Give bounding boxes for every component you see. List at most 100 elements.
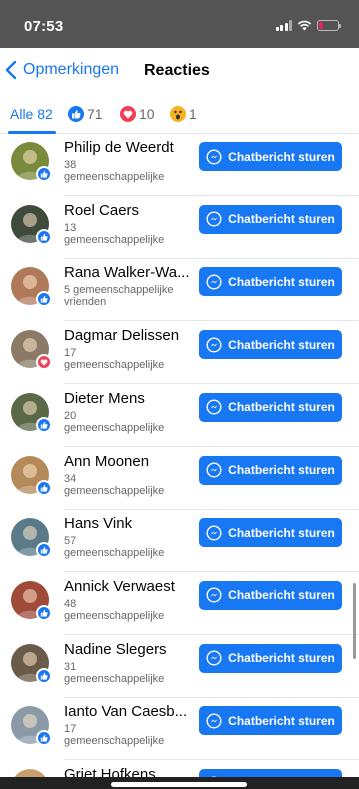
- list-item[interactable]: Rana Walker-Wa... 5 gemeenschappelijke v…: [0, 260, 359, 322]
- person-name[interactable]: Rana Walker-Wa...: [64, 264, 190, 281]
- send-message-button[interactable]: Chatbericht sturen: [199, 392, 342, 422]
- row-divider: [64, 445, 359, 447]
- send-message-button[interactable]: Chatbericht sturen: [199, 455, 342, 485]
- mutual-line-2: gemeenschappelijke: [64, 359, 165, 372]
- mutual-friends: 48 gemeenschappelijke: [64, 598, 190, 622]
- messenger-icon: [206, 587, 222, 603]
- send-message-label: Chatbericht sturen: [228, 149, 335, 164]
- mutual-line-2: gemeenschappelijke: [64, 672, 165, 685]
- mutual-friends: 17 gemeenschappelijke: [64, 347, 190, 371]
- reaction-badge: [36, 604, 52, 621]
- mutual-line-2: gemeenschappelijke: [64, 735, 165, 748]
- messenger-icon: [206, 525, 222, 541]
- tab-love[interactable]: 10: [120, 106, 155, 122]
- list-item[interactable]: Hans Vink 57 gemeenschappelijke Chatberi…: [0, 511, 359, 573]
- page-title: Reacties: [144, 62, 210, 79]
- mutual-line-2: gemeenschappelijke: [64, 171, 165, 183]
- love-count: 10: [139, 106, 155, 122]
- row-divider: [64, 508, 359, 510]
- person-name[interactable]: Roel Caers: [64, 202, 190, 219]
- reaction-tabs: Alle 82 71 10 1: [0, 94, 359, 134]
- mutual-line-2: gemeenschappelijke: [64, 484, 165, 497]
- home-indicator[interactable]: [111, 782, 247, 787]
- mutual-line-2: vrienden: [64, 296, 107, 309]
- mutual-friends: 5 gemeenschappelijke vrienden: [64, 284, 190, 308]
- like-icon: [40, 609, 48, 617]
- scrollbar[interactable]: [353, 583, 356, 659]
- messenger-icon: [206, 211, 222, 227]
- row-divider: [64, 257, 359, 259]
- send-message-label: Chatbericht sturen: [228, 400, 335, 415]
- tab-like[interactable]: 71: [68, 106, 103, 122]
- send-message-button[interactable]: Chatbericht sturen: [199, 267, 342, 297]
- person-name[interactable]: Ann Moonen: [64, 453, 190, 470]
- person-name[interactable]: Dieter Mens: [64, 390, 190, 407]
- reaction-badge: [36, 228, 52, 245]
- list-item[interactable]: Roel Caers 13 gemeenschappelijke Chatber…: [0, 198, 359, 260]
- person-name[interactable]: Hans Vink: [64, 515, 190, 532]
- reactions-screen: 07:53 Opmerkingen Reacties Alle 82 71 10…: [0, 0, 359, 789]
- chevron-left-icon: [5, 60, 17, 80]
- mutual-friends: 17 gemeenschappelijke: [64, 723, 190, 747]
- active-tab-indicator: [8, 131, 56, 134]
- reaction-badge: [36, 667, 52, 684]
- mutual-friends: 20 gemeenschappelijke: [64, 410, 190, 434]
- mutual-line-2: gemeenschappelijke: [64, 421, 165, 434]
- reaction-badge: [36, 354, 52, 371]
- reaction-badge: [36, 416, 52, 433]
- list-item[interactable]: Dagmar Delissen 17 gemeenschappelijke Ch…: [0, 323, 359, 385]
- mutual-line-1: 13: [64, 221, 77, 234]
- like-count: 71: [87, 106, 103, 122]
- messenger-icon: [206, 650, 222, 666]
- row-divider: [64, 571, 359, 573]
- list-item[interactable]: Philip de Weerdt 38 gemeenschappelijke C…: [0, 135, 359, 197]
- mutual-friends: 34 gemeenschappelijke: [64, 473, 190, 497]
- reaction-badge: [36, 166, 52, 182]
- send-message-label: Chatbericht sturen: [228, 274, 335, 289]
- send-message-button[interactable]: Chatbericht sturen: [199, 643, 342, 673]
- list-item[interactable]: Dieter Mens 20 gemeenschappelijke Chatbe…: [0, 386, 359, 448]
- row-divider: [64, 320, 359, 322]
- send-message-label: Chatbericht sturen: [228, 713, 335, 728]
- list-item[interactable]: Nadine Slegers 31 gemeenschappelijke Cha…: [0, 637, 359, 699]
- battery-icon: [317, 19, 341, 31]
- back-button[interactable]: Opmerkingen: [4, 60, 119, 80]
- mutual-friends: 57 gemeenschappelijke: [64, 535, 190, 559]
- messenger-icon: [206, 462, 222, 478]
- list-item[interactable]: Ianto Van Caesb... 17 gemeenschappelijke…: [0, 699, 359, 761]
- send-message-button[interactable]: Chatbericht sturen: [199, 204, 342, 234]
- tab-wow[interactable]: 1: [170, 106, 197, 122]
- like-icon: [40, 547, 48, 554]
- tab-all[interactable]: Alle 82: [10, 106, 53, 122]
- send-message-button[interactable]: Chatbericht sturen: [199, 142, 342, 171]
- mutual-line-1: 5 gemeenschappelijke: [64, 284, 174, 297]
- send-message-button[interactable]: Chatbericht sturen: [199, 330, 342, 360]
- mutual-line-1: 34: [64, 472, 77, 485]
- like-icon: [40, 296, 48, 303]
- messenger-icon: [206, 713, 222, 729]
- send-message-button[interactable]: Chatbericht sturen: [199, 580, 342, 610]
- messenger-icon: [206, 274, 222, 290]
- person-name[interactable]: Ianto Van Caesb...: [64, 703, 190, 720]
- person-name[interactable]: Philip de Weerdt: [64, 139, 190, 156]
- send-message-button[interactable]: Chatbericht sturen: [199, 706, 342, 736]
- row-divider: [64, 383, 359, 385]
- list-item[interactable]: Ann Moonen 34 gemeenschappelijke Chatber…: [0, 449, 359, 511]
- mutual-line-1: 17: [64, 723, 77, 736]
- reaction-badge: [36, 479, 52, 496]
- like-icon: [68, 106, 84, 122]
- send-message-button[interactable]: Chatbericht sturen: [199, 518, 342, 548]
- person-name[interactable]: Dagmar Delissen: [64, 327, 190, 344]
- like-icon: [40, 233, 48, 241]
- reaction-badge: [36, 291, 52, 308]
- send-message-label: Chatbericht sturen: [228, 588, 335, 603]
- love-icon: [120, 106, 136, 122]
- status-icons: [275, 18, 341, 32]
- like-icon: [40, 421, 48, 429]
- person-name[interactable]: Nadine Slegers: [64, 641, 190, 658]
- like-icon: [40, 170, 48, 178]
- list-item[interactable]: Annick Verwaest 48 gemeenschappelijke Ch…: [0, 574, 359, 636]
- nav-bar: Opmerkingen Reacties: [0, 48, 359, 94]
- person-name[interactable]: Annick Verwaest: [64, 578, 190, 595]
- love-icon: [40, 359, 48, 366]
